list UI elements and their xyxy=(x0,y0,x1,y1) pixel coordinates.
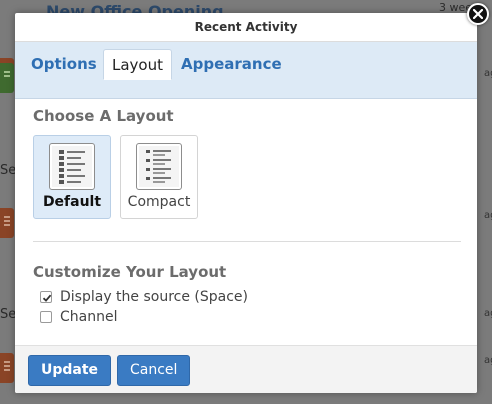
bg-side-label: ag xyxy=(484,68,492,79)
display-source-checkbox[interactable] xyxy=(40,291,52,303)
tab-appearance[interactable]: Appearance xyxy=(173,49,290,80)
layout-option-compact[interactable]: Compact xyxy=(120,135,198,219)
layout-default-icon xyxy=(49,143,95,190)
display-source-label: Display the source (Space) xyxy=(60,289,249,305)
section-divider xyxy=(33,241,461,242)
layout-option-label: Compact xyxy=(127,194,191,210)
choose-layout-heading: Choose A Layout xyxy=(33,107,174,125)
tab-layout[interactable]: Layout xyxy=(103,49,172,80)
channel-option[interactable]: Channel xyxy=(40,308,117,326)
checkmark-icon xyxy=(42,294,52,302)
customize-layout-heading: Customize Your Layout xyxy=(33,263,227,281)
bg-snippet: Se xyxy=(0,163,17,178)
channel-label: Channel xyxy=(60,309,118,325)
bg-side-label: ag xyxy=(484,308,492,319)
bg-document-icon xyxy=(0,353,14,383)
update-button[interactable]: Update xyxy=(28,355,112,386)
bg-snippet: Se xyxy=(0,307,17,322)
close-dialog-button[interactable] xyxy=(467,3,489,25)
tab-options[interactable]: Options xyxy=(23,49,105,80)
layout-option-default[interactable]: Default xyxy=(33,135,111,219)
channel-checkbox[interactable] xyxy=(40,311,52,323)
bg-side-label: ag xyxy=(484,355,492,366)
display-source-option[interactable]: Display the source (Space) xyxy=(40,288,248,306)
recent-activity-dialog: Recent Activity Options Layout Appearanc… xyxy=(15,13,477,393)
layout-compact-icon xyxy=(136,143,182,190)
bg-document-icon xyxy=(0,208,14,238)
tab-bar: Options Layout Appearance xyxy=(15,42,477,99)
cancel-button[interactable]: Cancel xyxy=(117,355,191,386)
dialog-title: Recent Activity xyxy=(15,13,477,42)
bg-side-label: ag xyxy=(484,210,492,221)
bg-discussion-icon xyxy=(0,63,14,93)
close-icon xyxy=(473,9,483,19)
layout-option-label: Default xyxy=(42,194,102,210)
dialog-footer: Update Cancel xyxy=(15,345,477,393)
